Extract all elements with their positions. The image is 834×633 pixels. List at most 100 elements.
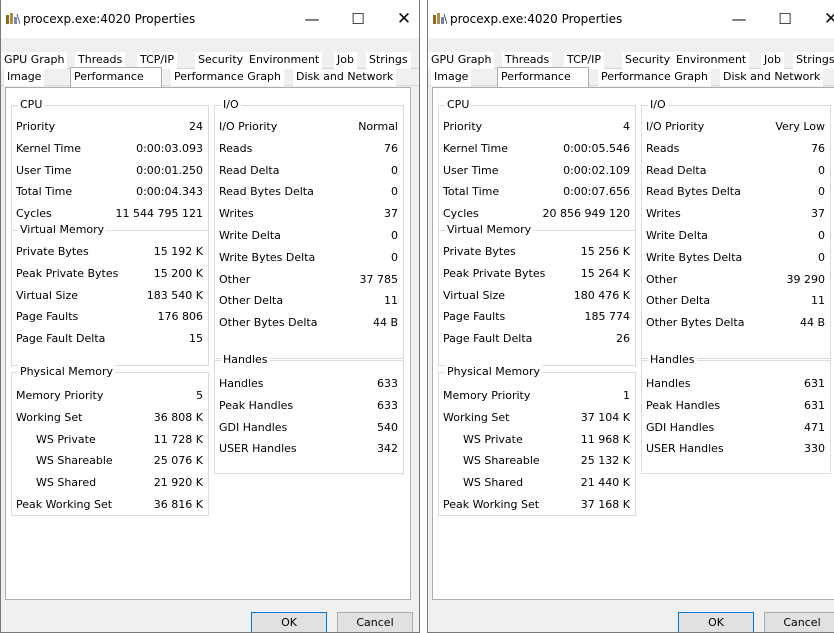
tab-strings[interactable]: Strings — [366, 52, 411, 69]
field-value: 0 — [818, 185, 825, 199]
field-value: 0:00:01.250 — [136, 163, 203, 177]
virtual-memory-group: Virtual Memory Private Bytes 15 256 K Peak … — [438, 223, 636, 366]
field-label: WS Private — [463, 432, 523, 446]
ok-button[interactable]: OK — [251, 612, 327, 632]
field-value: 76 — [811, 141, 825, 155]
field-value: 0 — [391, 163, 398, 177]
tab-gpu-graph[interactable]: GPU Graph — [428, 52, 495, 69]
tab-image[interactable]: Image — [431, 69, 472, 86]
virtual-memory-group-title: Virtual Memory — [18, 223, 107, 237]
io-group-row: Other Bytes Delta 44 B — [646, 315, 825, 330]
process-explorer-icon — [6, 13, 20, 25]
field-value: 11 — [384, 294, 398, 308]
field-value: 0 — [818, 250, 825, 264]
io-group-row: Reads 76 — [646, 141, 825, 156]
field-label: Working Set — [16, 410, 83, 424]
window-title: procexp.exe:4020 Properties — [23, 12, 196, 26]
io-group-row: Write Bytes Delta 0 — [646, 250, 825, 265]
io-group-row: Writes 37 — [646, 206, 825, 221]
field-value: 11 — [811, 294, 825, 308]
field-label: Page Faults — [16, 310, 79, 324]
field-label: WS Private — [36, 432, 96, 446]
field-label: USER Handles — [219, 442, 297, 456]
field-label: GDI Handles — [646, 420, 715, 434]
io-group-row: Other 37 785 — [219, 272, 398, 287]
maximize-button[interactable]: ☐ — [762, 0, 808, 38]
field-label: Priority — [443, 120, 483, 133]
field-value: 24 — [189, 120, 203, 133]
tab-performance-graph[interactable]: Performance Graph — [171, 69, 284, 86]
tab-strings[interactable]: Strings — [793, 52, 834, 69]
close-button[interactable]: ✕ — [808, 0, 834, 38]
tab-disk-and-network[interactable]: Disk and Network — [720, 69, 824, 86]
tab-job[interactable]: Job — [334, 52, 357, 69]
field-label: Handles — [219, 377, 264, 390]
field-value: 180 476 K — [573, 288, 630, 302]
tab-disk-and-network[interactable]: Disk and Network — [293, 69, 397, 86]
field-value: 633 — [377, 398, 398, 412]
title-bar[interactable]: procexp.exe:4020 Properties —☐✕ — [428, 0, 834, 38]
maximize-button[interactable]: ☐ — [335, 0, 381, 38]
tab-security[interactable]: Security — [622, 52, 674, 69]
field-value: 39 290 — [786, 272, 826, 286]
field-value: 37 104 K — [580, 410, 630, 424]
field-label: Kernel Time — [443, 141, 508, 155]
field-label: Read Delta — [219, 163, 280, 177]
io-group-row: Write Delta 0 — [646, 228, 825, 243]
field-value: 37 — [811, 207, 825, 221]
field-value: 21 920 K — [153, 476, 203, 490]
io-group: I/O I/O Priority Normal Reads 76 Read Delta 0 R… — [214, 98, 404, 359]
tab-image[interactable]: Image — [4, 69, 45, 86]
cpu-group-row: Kernel Time 0:00:03.093 — [16, 141, 203, 156]
cancel-button[interactable]: Cancel — [764, 612, 834, 632]
io-group: I/O I/O Priority Very Low Reads 76 Read Delta… — [641, 98, 831, 359]
field-label: Peak Handles — [646, 398, 721, 412]
tab-environment[interactable]: Environment — [673, 52, 750, 69]
field-value: 0 — [391, 185, 398, 199]
tab-performance[interactable]: Performance — [70, 67, 162, 87]
io-group-row: Other Delta 11 — [646, 293, 825, 308]
virtual-memory-group-row: Virtual Size 180 476 K — [443, 288, 630, 303]
virtual-memory-group-row: Page Faults 176 806 — [16, 309, 203, 324]
field-label: Reads — [646, 141, 680, 155]
field-value: 0:00:04.343 — [136, 185, 203, 199]
field-label: Peak Working Set — [16, 498, 113, 511]
field-value: Very Low — [775, 120, 825, 133]
tab-environment[interactable]: Environment — [246, 52, 323, 69]
field-label: Working Set — [443, 410, 510, 424]
minimize-button[interactable]: — — [289, 0, 335, 38]
physical-memory-group-row: WS Shareable 25 132 K — [463, 453, 630, 468]
field-label: Cycles — [16, 207, 52, 221]
field-value: 0:00:05.546 — [563, 141, 630, 155]
minimize-button[interactable]: — — [716, 0, 762, 38]
field-label: Other Delta — [219, 294, 284, 308]
field-value: 4 — [623, 120, 630, 133]
tab-performance-graph[interactable]: Performance Graph — [598, 69, 711, 86]
tab-security[interactable]: Security — [195, 52, 247, 69]
handles-group-row: Handles 631 — [646, 376, 825, 391]
field-label: Peak Handles — [219, 398, 294, 412]
field-value: 76 — [384, 141, 398, 155]
title-bar[interactable]: procexp.exe:4020 Properties —☐✕ — [1, 0, 419, 38]
tab-job[interactable]: Job — [761, 52, 784, 69]
close-button[interactable]: ✕ — [381, 0, 419, 38]
field-label: Cycles — [443, 207, 479, 221]
cancel-button[interactable]: Cancel — [337, 612, 413, 632]
handles-group-row: USER Handles 342 — [219, 441, 398, 456]
field-label: Peak Working Set — [443, 498, 540, 511]
io-group-row: I/O Priority Very Low — [646, 119, 825, 134]
tab-performance[interactable]: Performance — [497, 67, 589, 87]
io-group-row: Other 39 290 — [646, 272, 825, 287]
field-label: Write Bytes Delta — [646, 250, 743, 264]
field-label: Page Fault Delta — [443, 332, 533, 346]
handles-group-title: Handles — [221, 353, 270, 367]
field-value: 5 — [196, 389, 203, 402]
cpu-group-title: CPU — [445, 98, 472, 112]
field-value: 44 B — [372, 316, 398, 330]
handles-group-title: Handles — [648, 353, 697, 367]
physical-memory-group-row: WS Shared 21 920 K — [36, 475, 203, 490]
ok-button[interactable]: OK — [678, 612, 754, 632]
tab-gpu-graph[interactable]: GPU Graph — [1, 52, 68, 69]
io-group-row: Read Delta 0 — [646, 163, 825, 178]
field-value: 25 132 K — [580, 454, 630, 468]
